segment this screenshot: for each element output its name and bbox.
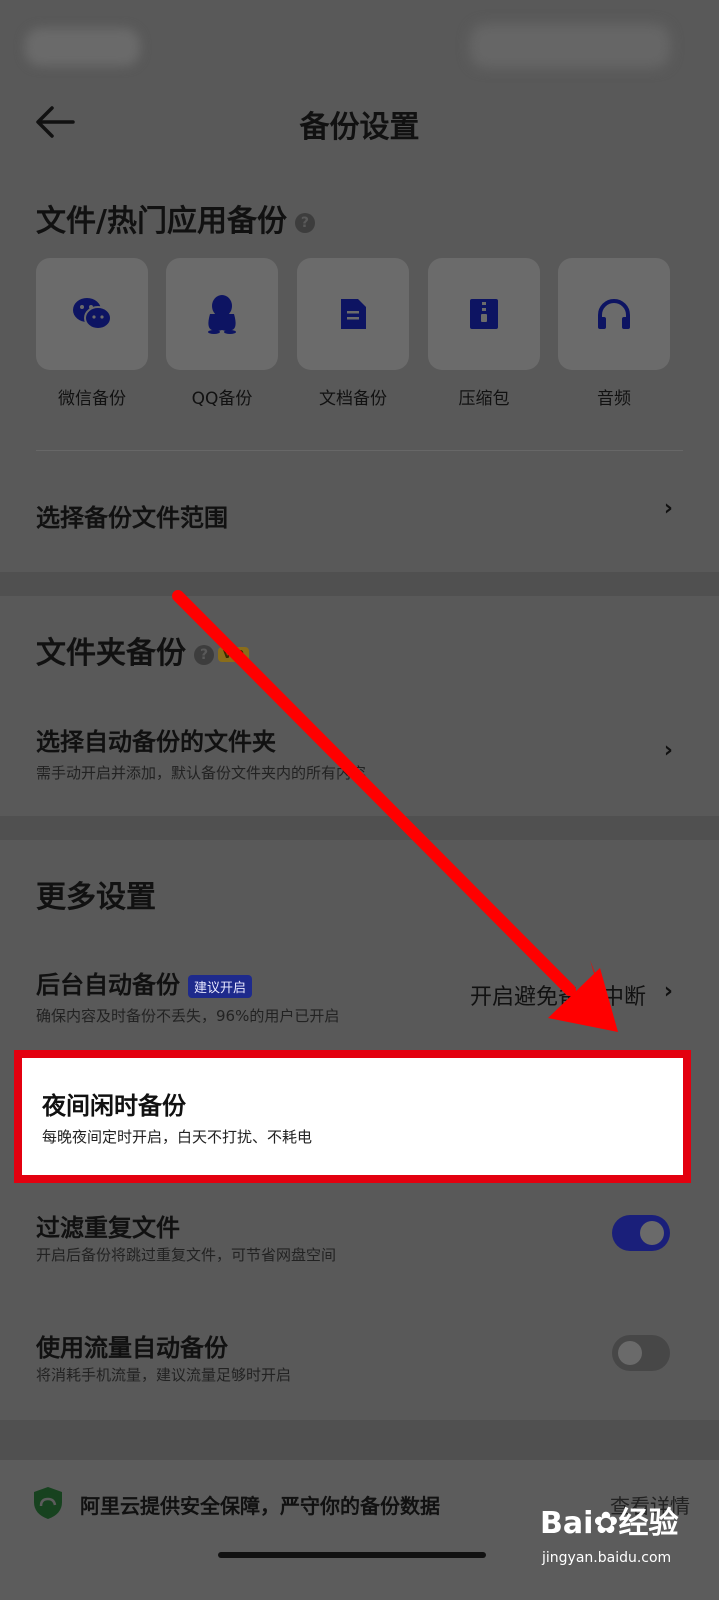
- watermark-url: jingyan.baidu.com: [542, 1550, 672, 1566]
- file-backup-title: 文件/热门应用备份?: [36, 196, 315, 240]
- app-tile-zip[interactable]: [428, 258, 540, 370]
- night-backup-title: 夜间闲时备份: [42, 1092, 186, 1120]
- help-icon[interactable]: ?: [294, 212, 315, 233]
- cellular-row: 使用流量自动备份 将消耗手机流量，建议流量足够时开启: [0, 1320, 719, 1410]
- file-backup-title-text: 文件/热门应用备份: [36, 204, 287, 239]
- divider: [36, 450, 683, 451]
- night-backup-row[interactable]: 夜间闲时备份 每晚夜间定时开启，白天不打扰、不耗电: [14, 1050, 691, 1183]
- section-gap: [0, 572, 719, 596]
- app-tile-docs[interactable]: [297, 258, 409, 370]
- toggle-knob: [640, 1221, 664, 1245]
- cellular-title: 使用流量自动备份: [36, 1334, 228, 1362]
- vip-badge: VIP: [218, 647, 249, 662]
- folder-backup-title-text: 文件夹备份: [36, 636, 186, 671]
- help-icon[interactable]: ?: [194, 644, 214, 665]
- folder-backup-title: 文件夹备份? VIP: [36, 628, 249, 672]
- app-label-qq: QQ备份: [191, 389, 253, 409]
- dedupe-title: 过滤重复文件: [36, 1214, 180, 1242]
- status-bar-right-blurred: [470, 24, 670, 68]
- app-label-docs: 文档备份: [319, 389, 387, 409]
- dedupe-subtitle: 开启后备份将跳过重复文件，可节省网盘空间: [36, 1246, 337, 1264]
- watermark-brand2-text: 经验: [618, 1506, 679, 1541]
- app-label-zip: 压缩包: [458, 389, 510, 409]
- background-backup-value: 开启避免备份中断: [470, 985, 647, 1010]
- paw-icon: ✿: [593, 1506, 619, 1541]
- document-icon: [341, 299, 366, 329]
- section-gap: [0, 1420, 719, 1460]
- app-tile-qq[interactable]: [166, 258, 278, 370]
- aliyun-shield-icon: [34, 1487, 62, 1519]
- auto-folder-title: 选择自动备份的文件夹: [36, 728, 276, 756]
- auto-folder-row[interactable]: 选择自动备份的文件夹 需手动开启并添加，默认备份文件夹内的所有内容 ›: [0, 712, 719, 802]
- background-backup-title: 后台自动备份 建议开启: [36, 965, 253, 1000]
- section-gap: [0, 816, 719, 840]
- dedupe-toggle[interactable]: [612, 1215, 670, 1251]
- toggle-knob: [618, 1341, 642, 1365]
- background-backup-title-text: 后台自动备份: [36, 971, 180, 999]
- status-bar-left-blurred: [25, 28, 140, 66]
- page-title: 备份设置: [299, 110, 420, 145]
- background-backup-subtitle: 确保内容及时备份不丢失，96%的用户已开启: [36, 1007, 340, 1025]
- status-bar: [0, 0, 719, 90]
- headphones-icon: [598, 299, 630, 329]
- app-label-wechat: 微信备份: [58, 389, 126, 409]
- dedupe-row: 过滤重复文件 开启后备份将跳过重复文件，可节省网盘空间: [0, 1200, 719, 1290]
- zip-icon: [470, 299, 498, 329]
- app-label-audio: 音频: [597, 389, 631, 409]
- chevron-right-icon: ›: [663, 738, 673, 763]
- watermark-brand-text: Bai: [540, 1506, 594, 1541]
- chevron-right-icon: ›: [663, 979, 673, 1004]
- header: 备份设置: [0, 90, 719, 170]
- background-backup-row[interactable]: 后台自动备份 建议开启 确保内容及时备份不丢失，96%的用户已开启 开启避免备份中…: [0, 955, 719, 1035]
- footer-text: 阿里云提供安全保障，严守你的备份数据: [80, 1494, 440, 1518]
- backup-range-row[interactable]: 选择备份文件范围 ›: [0, 470, 719, 560]
- app-tile-wechat[interactable]: [36, 258, 148, 370]
- night-backup-subtitle: 每晚夜间定时开启，白天不打扰、不耗电: [42, 1128, 313, 1146]
- more-settings-title: 更多设置: [36, 880, 156, 915]
- baidu-watermark: Bai✿经验 jingyan.baidu.com: [540, 1488, 710, 1588]
- cellular-toggle[interactable]: [612, 1335, 670, 1371]
- recommend-badge: 建议开启: [188, 974, 253, 998]
- app-tile-audio[interactable]: [558, 258, 670, 370]
- watermark-brand: Bai✿经验: [540, 1498, 679, 1542]
- cellular-subtitle: 将消耗手机流量，建议流量足够时开启: [36, 1366, 292, 1384]
- chevron-right-icon: ›: [663, 496, 673, 521]
- wechat-icon: [73, 298, 112, 330]
- qq-penguin-icon: [208, 295, 236, 334]
- backup-range-title: 选择备份文件范围: [36, 504, 228, 532]
- auto-folder-subtitle: 需手动开启并添加，默认备份文件夹内的所有内容: [36, 764, 367, 782]
- home-indicator: [218, 1552, 486, 1558]
